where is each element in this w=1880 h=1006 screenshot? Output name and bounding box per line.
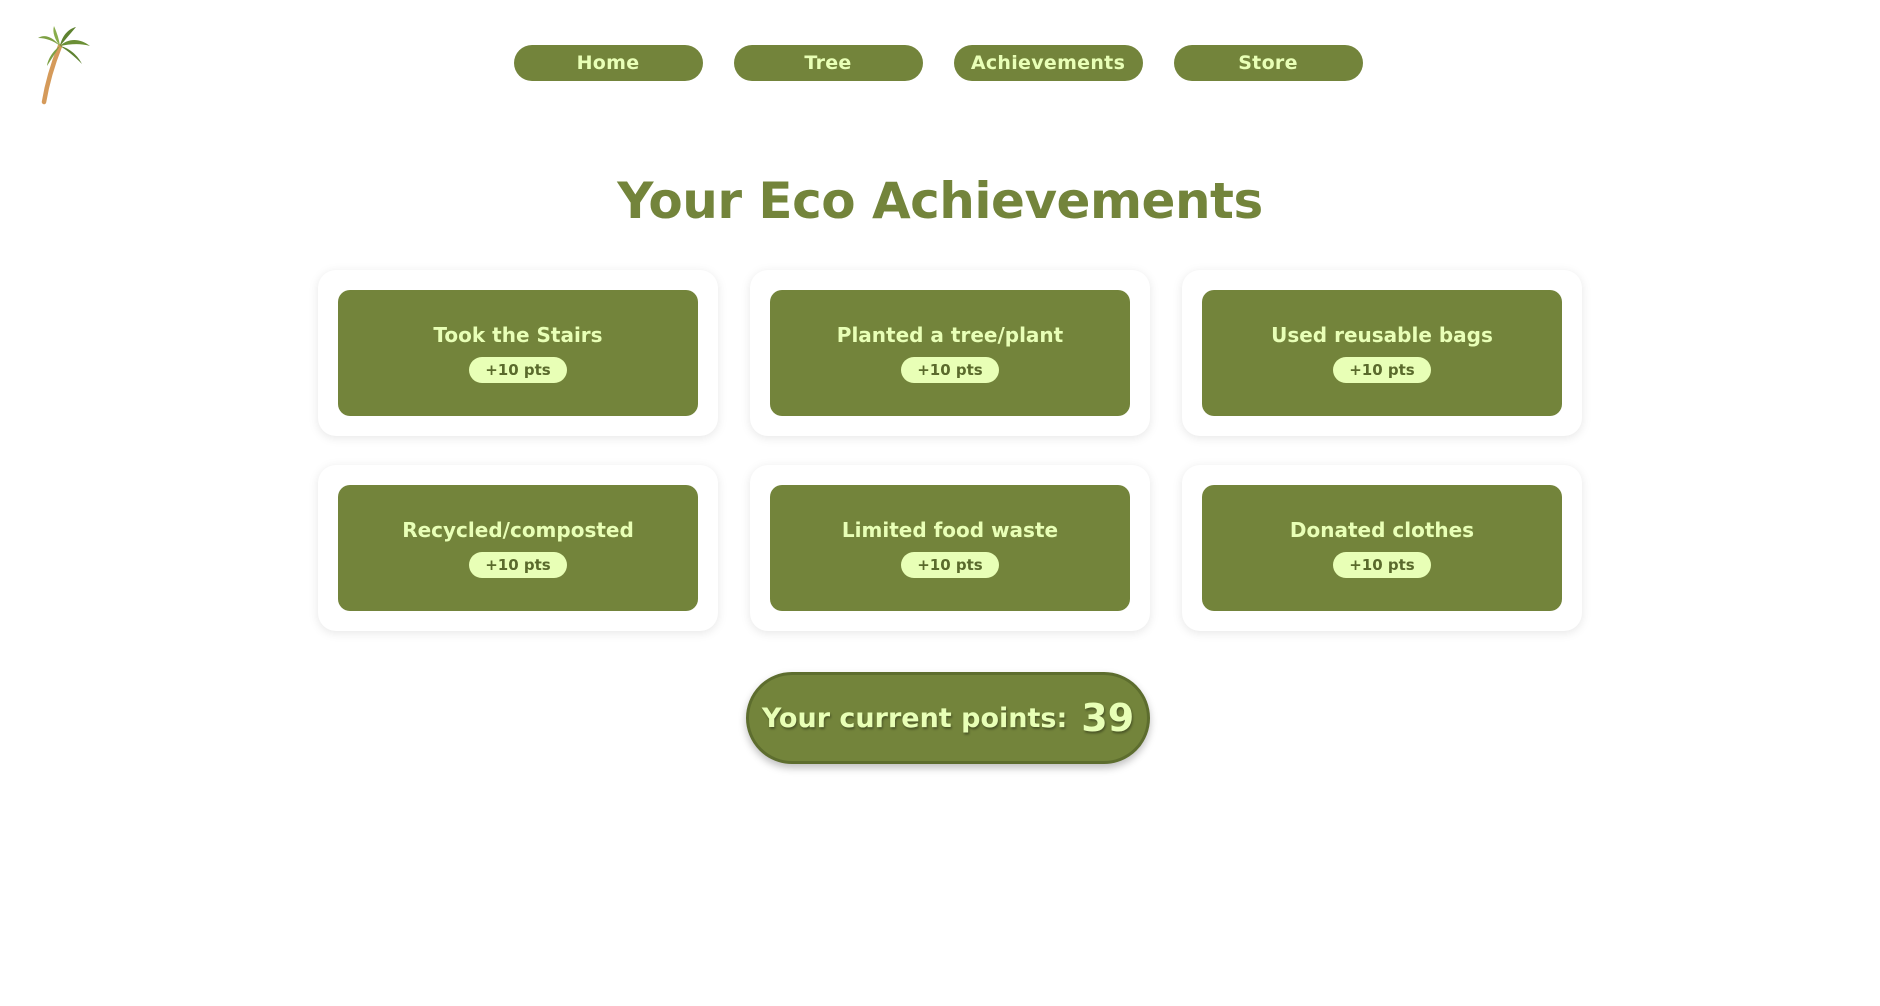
main-nav: Home Tree Achievements Store bbox=[0, 45, 1880, 81]
current-points-display: Your current points: 39 bbox=[746, 672, 1150, 764]
achievement-took-stairs[interactable]: Took the Stairs +10 pts bbox=[338, 290, 698, 416]
page-title: Your Eco Achievements bbox=[617, 172, 1263, 230]
current-points-value: 39 bbox=[1081, 696, 1135, 740]
points-badge: +10 pts bbox=[1333, 357, 1431, 383]
nav-store-button[interactable]: Store bbox=[1173, 45, 1363, 81]
achievement-card: Took the Stairs +10 pts bbox=[318, 270, 718, 436]
points-badge: +10 pts bbox=[901, 357, 999, 383]
points-badge: +10 pts bbox=[901, 552, 999, 578]
nav-achievements-button[interactable]: Achievements bbox=[953, 45, 1143, 81]
achievement-card: Recycled/composted +10 pts bbox=[318, 465, 718, 631]
achievement-card: Limited food waste +10 pts bbox=[750, 465, 1150, 631]
nav-home-button[interactable]: Home bbox=[513, 45, 703, 81]
achievement-card: Planted a tree/plant +10 pts bbox=[750, 270, 1150, 436]
points-badge: +10 pts bbox=[469, 357, 567, 383]
points-badge: +10 pts bbox=[1333, 552, 1431, 578]
nav-tree-button[interactable]: Tree bbox=[733, 45, 923, 81]
achievements-grid: Took the Stairs +10 pts Planted a tree/p… bbox=[318, 270, 1582, 631]
achievement-reusable-bags[interactable]: Used reusable bags +10 pts bbox=[1202, 290, 1562, 416]
achievement-recycled[interactable]: Recycled/composted +10 pts bbox=[338, 485, 698, 611]
achievement-planted-tree[interactable]: Planted a tree/plant +10 pts bbox=[770, 290, 1130, 416]
achievement-title: Took the Stairs bbox=[433, 323, 603, 347]
achievement-card: Donated clothes +10 pts bbox=[1182, 465, 1582, 631]
achievement-food-waste[interactable]: Limited food waste +10 pts bbox=[770, 485, 1130, 611]
achievement-title: Planted a tree/plant bbox=[836, 323, 1064, 347]
achievement-title: Donated clothes bbox=[1289, 518, 1475, 542]
points-badge: +10 pts bbox=[469, 552, 567, 578]
achievement-title: Limited food waste bbox=[841, 518, 1059, 542]
achievement-title: Recycled/composted bbox=[402, 518, 634, 542]
achievement-donated-clothes[interactable]: Donated clothes +10 pts bbox=[1202, 485, 1562, 611]
achievement-title: Used reusable bags bbox=[1271, 323, 1493, 347]
current-points-label: Your current points: bbox=[761, 702, 1068, 734]
achievement-card: Used reusable bags +10 pts bbox=[1182, 270, 1582, 436]
